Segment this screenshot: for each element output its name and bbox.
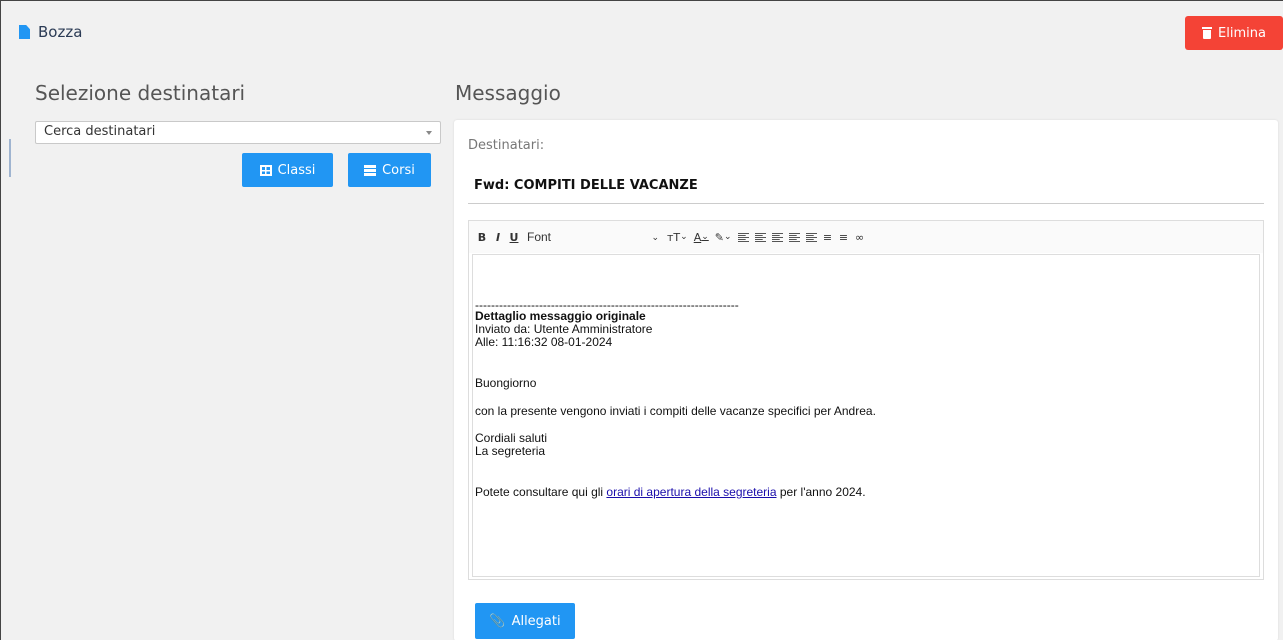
chevron-down-icon (426, 131, 432, 135)
recipients-field[interactable]: Destinatari: (468, 138, 544, 153)
attachments-button[interactable]: 📎 Allegati (475, 603, 575, 639)
document-title: Bozza (19, 23, 82, 41)
document-icon (19, 25, 30, 39)
chevron-down-icon: ⌄ (651, 231, 659, 242)
rich-text-editor: B I U Font ⌄ ᴛT ⌄ A ⌄ ✎ ⌄ ≡ ≡ ∞ --------… (468, 220, 1264, 580)
closing-line-2: La segreteria (475, 444, 546, 458)
classes-button-label: Classi (277, 162, 316, 178)
classes-button[interactable]: Classi (242, 153, 333, 187)
editor-toolbar: B I U Font ⌄ ᴛT ⌄ A ⌄ ✎ ⌄ ≡ ≡ ∞ (469, 221, 1263, 253)
top-bar: Bozza Elimina (1, 1, 1283, 63)
opening-hours-prefix: Potete consultare qui gli (475, 485, 607, 499)
trash-icon (1202, 27, 1213, 39)
link-icon[interactable]: ∞ (853, 228, 867, 246)
table-icon (259, 164, 272, 176)
font-select-label: Font (527, 230, 552, 244)
outdent-icon[interactable] (787, 228, 802, 246)
subject-divider (468, 203, 1264, 204)
sent-at-line: Alle: 11:16:32 08-01-2024 (475, 335, 613, 349)
italic-icon[interactable]: I (491, 228, 505, 246)
list-icon (364, 164, 377, 176)
opening-hours-line: Potete consultare qui gli orari di apert… (475, 486, 866, 499)
underline-icon[interactable]: U (507, 228, 521, 246)
greeting-line: Buongiorno (475, 376, 537, 390)
message-title: Messaggio (455, 81, 561, 105)
recipients-selection-title: Selezione destinatari (35, 81, 246, 105)
highlight-icon[interactable]: ✎ ⌄ (713, 228, 734, 246)
delete-button-label: Elimina (1218, 25, 1266, 41)
align-center-icon[interactable] (753, 228, 768, 246)
align-right-icon[interactable] (770, 228, 785, 246)
font-size-icon[interactable]: ᴛT ⌄ (665, 228, 690, 246)
editor-content[interactable]: ----------------------------------------… (472, 254, 1260, 577)
search-recipients-placeholder: Cerca destinatari (44, 124, 156, 139)
attachments-button-label: Allegati (511, 613, 561, 629)
align-left-icon[interactable] (736, 228, 751, 246)
opening-hours-link[interactable]: orari di apertura della segreteria (606, 485, 776, 499)
subject-field[interactable]: Fwd: COMPITI DELLE VACANZE (474, 178, 698, 193)
font-select[interactable]: Font ⌄ (523, 228, 663, 246)
numbered-list-icon[interactable]: ≡ (837, 228, 851, 246)
search-recipients-select[interactable]: Cerca destinatari (35, 121, 441, 144)
opening-hours-suffix: per l'anno 2024. (776, 485, 866, 499)
bullet-list-icon[interactable]: ≡ (821, 228, 835, 246)
paperclip-icon: 📎 (489, 613, 506, 629)
bold-icon[interactable]: B (475, 228, 489, 246)
delete-button[interactable]: Elimina (1185, 16, 1283, 50)
font-color-icon[interactable]: A ⌄ (692, 228, 711, 246)
courses-button[interactable]: Corsi (348, 153, 431, 187)
body-line: con la presente vengono inviati i compit… (475, 404, 876, 418)
indent-icon[interactable] (804, 228, 819, 246)
document-title-text: Bozza (38, 23, 83, 41)
message-panel: Destinatari: Fwd: COMPITI DELLE VACANZE … (454, 120, 1278, 640)
left-edge-marker (9, 139, 11, 177)
courses-button-label: Corsi (382, 162, 415, 178)
